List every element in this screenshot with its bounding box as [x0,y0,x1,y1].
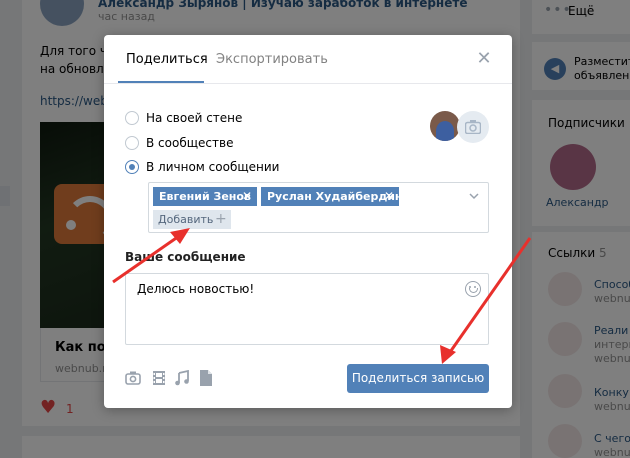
user-avatar [430,111,460,141]
document-icon[interactable] [200,370,212,386]
radio-button[interactable] [125,111,139,125]
radio-button-checked[interactable] [125,160,139,174]
recipient-name: Руслан Худайбердин [267,190,403,203]
recipient-chip: Евгений Зенов ✕ [153,187,257,206]
camera-icon[interactable] [457,111,489,143]
message-label: Ваше сообщение [125,250,246,264]
remove-icon[interactable]: ✕ [384,187,394,206]
tab-share[interactable]: Поделиться [126,52,208,67]
radio-label[interactable]: В личном сообщении [146,160,279,174]
active-tab-indicator [118,81,204,83]
recipients-field[interactable]: Евгений Зенов ✕ Руслан Худайбердин ✕ Доб… [148,182,489,233]
recipient-chip: Руслан Худайбердин ✕ [261,187,403,206]
dialog-tabs: Поделиться Экспортировать ✕ [104,35,512,84]
message-text[interactable]: Делюсь новостью! [137,282,254,296]
add-recipient-label: Добавить [158,213,214,226]
camera-glyph [465,120,481,134]
message-input[interactable]: Делюсь новостью! [125,273,489,345]
share-post-button[interactable]: Поделиться записью [347,364,489,393]
video-icon[interactable] [152,370,166,386]
chevron-down-icon[interactable] [469,191,479,201]
plus-icon: + [215,211,227,227]
emoji-icon[interactable] [465,281,481,297]
music-icon[interactable] [175,370,189,386]
camera-icon[interactable] [125,370,141,386]
tab-export[interactable]: Экспортировать [216,52,328,67]
radio-label[interactable]: В сообществе [146,136,233,150]
add-recipient-button[interactable]: Добавить + [153,210,231,229]
radio-label[interactable]: На своей стене [146,111,242,125]
share-dialog: Поделиться Экспортировать ✕ На своей сте… [104,35,512,408]
close-icon[interactable]: ✕ [474,49,494,69]
recipient-name: Евгений Зенов [159,190,251,203]
remove-icon[interactable]: ✕ [242,187,252,206]
radio-button[interactable] [125,136,139,150]
